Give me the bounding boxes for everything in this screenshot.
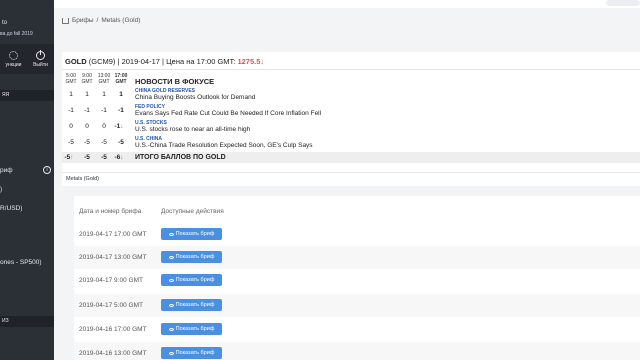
symbol: GOLD — [65, 57, 87, 66]
brief-date: 2019-04-17 5:00 GMT — [79, 302, 143, 309]
card-date: 2019-04-17 — [121, 57, 160, 66]
brief-date: 2019-04-16 17:00 GMT — [79, 326, 147, 333]
total-score: -6↓ — [114, 154, 124, 161]
total-score: -5 — [84, 154, 90, 161]
score-cell: -1 — [68, 107, 74, 114]
time-header: 13:00 GMT — [97, 73, 111, 85]
user-subscription: ва до fall 2019 — [0, 31, 33, 37]
time-header: 9:00 GMT — [81, 73, 93, 85]
metals-header: Metals (Gold) — [62, 172, 640, 186]
score-cell: 1 — [102, 91, 106, 98]
time-header: 17:00 GMT — [114, 73, 128, 85]
sidebar-section-header-2: ИЗ — [0, 316, 54, 327]
info-icon[interactable]: i — [43, 166, 51, 174]
arrow-down-icon: ↓ — [120, 123, 124, 130]
show-brief-button[interactable]: Показать бриф — [161, 251, 222, 263]
arrow-down-icon: ↓ — [120, 154, 124, 161]
time-header: 5:00 GMT — [65, 73, 77, 85]
eye-icon — [168, 303, 174, 307]
sidebar: to ва до fall 2019 ункции Выйти ЯЯ риф i… — [0, 0, 54, 360]
score-cell: 0 — [85, 123, 89, 130]
functions-button[interactable]: ункции — [0, 44, 27, 74]
total-score: -5 — [101, 154, 107, 161]
price-label: Цена на 17:00 GMT: — [166, 57, 236, 66]
focus-title: НОВОСТИ В ФОКУСЕ — [135, 77, 215, 86]
breadcrumb: Брифы / Metals (Gold) — [62, 17, 140, 24]
sidebar-button-row: ункции Выйти — [0, 44, 54, 74]
score-cell: -5 — [84, 139, 90, 146]
table-row: 2019-04-17 13:00 GMT Показать бриф — [74, 246, 640, 269]
score-cell: -1 — [84, 107, 90, 114]
score-cell: -5 — [118, 139, 124, 146]
price-arrow-icon: ↓ — [260, 57, 265, 66]
table-row: 2019-04-16 17:00 GMT Показать бриф — [74, 318, 640, 341]
news-headline[interactable]: U.S.-China Trade Resolution Expected Soo… — [135, 142, 313, 149]
arrow-up-icon: ↑ — [70, 154, 74, 161]
sidebar-item-2[interactable]: ) — [0, 186, 2, 193]
table-row: 2019-04-17 5:00 GMT Показать бриф — [74, 294, 640, 317]
score-cell: -1 — [101, 107, 107, 114]
eye-icon — [168, 327, 174, 331]
brief-date: 2019-04-17 9:00 GMT — [79, 277, 143, 284]
show-brief-button[interactable]: Показать бриф — [161, 274, 222, 286]
breadcrumb-separator: / — [96, 17, 99, 24]
logout-label: Выйти — [33, 61, 48, 68]
sidebar-item-eurusd[interactable]: R/USD) — [0, 205, 22, 212]
score-cell: 1 — [69, 91, 73, 98]
brief-date: 2019-04-17 13:00 GMT — [79, 254, 147, 261]
user-name: to — [2, 20, 8, 26]
metals-title: Metals (Gold) — [66, 176, 100, 182]
topbar: Брифы / Metals (Gold) — [54, 0, 640, 42]
show-brief-button[interactable]: Показать бриф — [161, 228, 222, 240]
score-cell: 1 — [119, 91, 123, 98]
functions-label: ункции — [5, 61, 22, 68]
card-title: GOLD (GCM9) | 2019-04-17 | Цена на 17:00… — [65, 57, 265, 66]
news-headline[interactable]: Evans Says Fed Rate Cut Could Be Needed … — [135, 110, 321, 117]
header-pill[interactable] — [606, 0, 640, 6]
show-brief-button[interactable]: Показать бриф — [161, 323, 222, 335]
score-cell: -5 — [68, 139, 74, 146]
logout-button[interactable]: Выйти — [27, 44, 54, 74]
news-headline[interactable]: U.S. stocks rose to near an all-time hig… — [135, 126, 250, 133]
news-headline[interactable]: China Buying Boosts Outlook for Demand — [135, 94, 255, 101]
power-icon — [36, 49, 45, 60]
score-cell: 0 — [69, 123, 73, 130]
show-brief-button[interactable]: Показать бриф — [161, 347, 222, 359]
eye-icon — [168, 255, 174, 259]
sidebar-section-header: ЯЯ — [0, 90, 54, 101]
eye-icon — [168, 278, 174, 282]
gear-icon — [9, 50, 18, 60]
column-header-date: Дата и номер брифа — [79, 208, 142, 215]
score-cell: 0 — [102, 123, 106, 130]
sidebar-item-sp500[interactable]: ones - SP500) — [0, 259, 42, 266]
brief-date: 2019-04-16 13:00 GMT — [79, 350, 147, 357]
score-cell: 1 — [85, 91, 89, 98]
contract: (GCM9) — [88, 57, 116, 66]
total-label: ИТОГО БАЛЛОВ ПО GOLD — [135, 154, 226, 161]
table-row: 2019-04-16 13:00 GMT Показать бриф — [74, 342, 640, 360]
briefs-table: Дата и номер брифа Доступные действия 20… — [74, 196, 640, 360]
table-row: 2019-04-17 17:00 GMT Показать бриф — [74, 223, 640, 246]
sidebar-item-brief[interactable]: риф — [0, 167, 13, 174]
score-cell: -5 — [101, 139, 107, 146]
breadcrumb-current: Metals (Gold) — [101, 17, 141, 24]
total-score: -5↑ — [64, 154, 74, 161]
focus-card: GOLD (GCM9) | 2019-04-17 | Цена на 17:00… — [62, 52, 640, 172]
price-value: 1275.5 — [237, 57, 261, 66]
column-header-actions: Доступные действия — [161, 208, 224, 215]
home-icon[interactable] — [62, 17, 69, 24]
breadcrumb-briefs[interactable]: Брифы — [72, 17, 94, 24]
score-cell: -1 — [118, 107, 124, 114]
show-brief-button[interactable]: Показать бриф — [161, 299, 222, 311]
eye-icon — [168, 232, 174, 236]
eye-icon — [168, 351, 174, 355]
score-cell: -1↓ — [114, 123, 124, 130]
table-row: 2019-04-17 9:00 GMT Показать бриф — [74, 269, 640, 292]
brief-date: 2019-04-17 17:00 GMT — [79, 231, 147, 238]
